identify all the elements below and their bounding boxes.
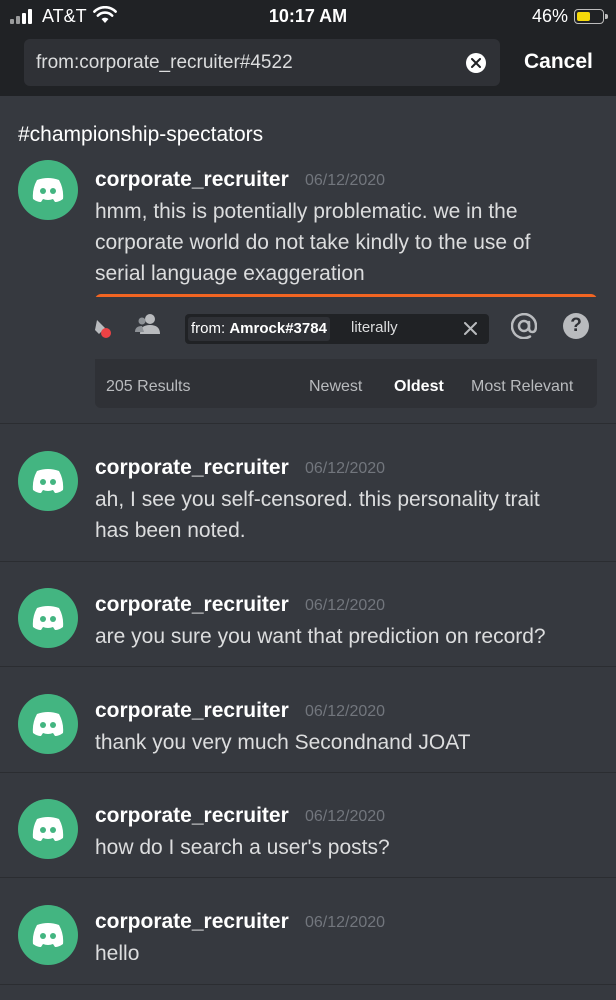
message-author[interactable]: corporate_recruiter [95, 804, 289, 828]
discord-logo-icon [32, 923, 64, 947]
message-content: hello [95, 942, 140, 965]
search-query-text: from:corporate_recruiter#4522 [36, 52, 293, 73]
message-timestamp: 06/12/2020 [305, 808, 386, 825]
discord-logo-icon [32, 712, 64, 736]
embedded-sort-oldest: Oldest [394, 378, 444, 395]
divider [0, 561, 616, 562]
avatar[interactable] [18, 799, 78, 859]
avatar[interactable] [18, 451, 78, 511]
message-author[interactable]: corporate_recruiter [95, 910, 289, 934]
message-timestamp: 06/12/2020 [305, 914, 386, 931]
message-content: ah, I see you self-censored. this person… [95, 488, 540, 542]
channel-name: #championship-spectators [18, 123, 264, 146]
avatar[interactable] [18, 160, 78, 220]
embedded-image[interactable]: from: Amrock#3784 literally ? 205 Result… [95, 294, 597, 408]
divider [0, 772, 616, 773]
member-list-icon [135, 314, 160, 334]
status-bar: AT&T 10:17 AM 46% [0, 0, 616, 34]
embedded-clear-icon [464, 322, 477, 335]
clear-search-icon[interactable] [466, 53, 486, 73]
embedded-search-term: literally [351, 319, 398, 336]
divider [0, 423, 616, 424]
message-author[interactable]: corporate_recruiter [95, 456, 289, 480]
top-header: AT&T 10:17 AM 46% from:corporate_recruit… [0, 0, 616, 96]
message-content: are you sure you want that prediction on… [95, 625, 546, 648]
discord-logo-icon [32, 606, 64, 630]
message-timestamp: 06/12/2020 [305, 460, 386, 477]
embedded-results-count: 205 Results [106, 378, 191, 395]
message-author[interactable]: corporate_recruiter [95, 168, 289, 192]
divider [0, 877, 616, 878]
message-timestamp: 06/12/2020 [305, 172, 386, 189]
notification-bell-icon [95, 320, 111, 338]
search-input[interactable]: from:corporate_recruiter#4522 [24, 39, 500, 86]
message-content: how do I search a user's posts? [95, 836, 390, 859]
mentions-icon [511, 313, 537, 339]
discord-logo-icon [32, 469, 64, 493]
message-content: hmm, this is potentially problematic. we… [95, 200, 531, 285]
embedded-sort-newest: Newest [309, 378, 363, 395]
help-icon: ? [563, 313, 589, 339]
message-timestamp: 06/12/2020 [305, 703, 386, 720]
divider [0, 984, 616, 985]
message-content: thank you very much Secondnand JOAT [95, 731, 471, 754]
avatar[interactable] [18, 694, 78, 754]
avatar[interactable] [18, 905, 78, 965]
divider [0, 666, 616, 667]
battery-icon [574, 9, 608, 24]
discord-logo-icon [32, 178, 64, 202]
message-author[interactable]: corporate_recruiter [95, 699, 289, 723]
message-author[interactable]: corporate_recruiter [95, 593, 289, 617]
message-timestamp: 06/12/2020 [305, 597, 386, 614]
embedded-sort-most-relevant: Most Relevant [471, 378, 574, 395]
battery-percent: 46% [531, 6, 568, 26]
cancel-button[interactable]: Cancel [524, 50, 593, 74]
discord-logo-icon [32, 817, 64, 841]
status-time: 10:17 AM [268, 6, 348, 26]
embedded-search-bar: from: Amrock#3784 literally [185, 314, 489, 344]
embedded-search-chip: from: Amrock#3784 [188, 317, 330, 341]
avatar[interactable] [18, 588, 78, 648]
